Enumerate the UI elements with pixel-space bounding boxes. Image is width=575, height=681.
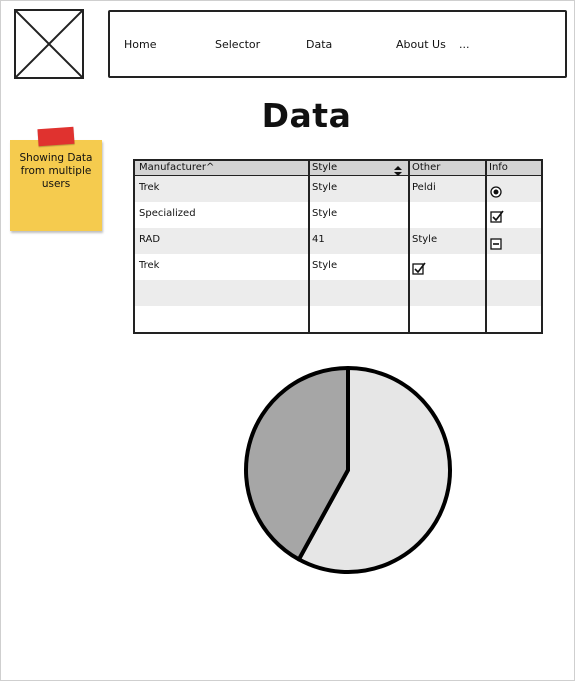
cell-manufacturer: Trek (139, 182, 160, 193)
nav-home-link[interactable]: Home (124, 38, 156, 51)
column-divider (308, 161, 310, 332)
cell-style: Style (312, 260, 338, 271)
pie-chart (242, 364, 454, 580)
table-row[interactable]: RAD 41 Style (135, 228, 541, 254)
nav-about-us-link[interactable]: About Us (396, 38, 446, 51)
table-row[interactable] (135, 306, 541, 332)
cell-other: Style (412, 234, 438, 245)
checkbox-checked-icon[interactable] (490, 208, 504, 227)
column-divider (485, 161, 487, 332)
cell-manufacturer: RAD (139, 234, 161, 245)
checkbox-checked-icon[interactable] (412, 260, 426, 279)
column-header-style[interactable]: Style (312, 162, 337, 173)
column-header-info[interactable]: Info (489, 162, 508, 173)
radio-selected-icon[interactable] (490, 183, 502, 202)
table-row[interactable]: Trek Style Peldi (135, 176, 541, 202)
cell-manufacturer: Specialized (139, 208, 196, 219)
page-title: Data (261, 96, 352, 135)
sticky-note-text: Showing Data from multiple users (19, 152, 93, 190)
table-row[interactable]: Trek Style (135, 254, 541, 280)
column-header-other[interactable]: Other (412, 162, 440, 173)
column-divider (408, 161, 410, 332)
nav-data-link[interactable]: Data (306, 38, 332, 51)
sticky-note: Showing Data from multiple users (10, 140, 102, 231)
logo-placeholder-image (14, 9, 84, 79)
cell-other: Peldi (412, 182, 436, 193)
minus-box-icon[interactable] (490, 235, 502, 254)
nav-selector-link[interactable]: Selector (215, 38, 260, 51)
column-header-manufacturer[interactable]: Manufacturer^ (139, 162, 214, 173)
table-row[interactable]: Specialized Style (135, 202, 541, 228)
data-table: Manufacturer^ Style Other Info Trek Styl… (133, 159, 543, 334)
cell-style: Style (312, 182, 338, 193)
nav-more-link[interactable]: ... (459, 38, 470, 51)
cell-manufacturer: Trek (139, 260, 160, 271)
pie-chart-svg (244, 366, 452, 574)
table-row[interactable] (135, 280, 541, 306)
sticky-note-tape (37, 126, 75, 147)
cell-style: Style (312, 208, 338, 219)
cell-style: 41 (312, 234, 325, 245)
navigation-bar: Home Selector Data About Us ... (108, 10, 567, 78)
